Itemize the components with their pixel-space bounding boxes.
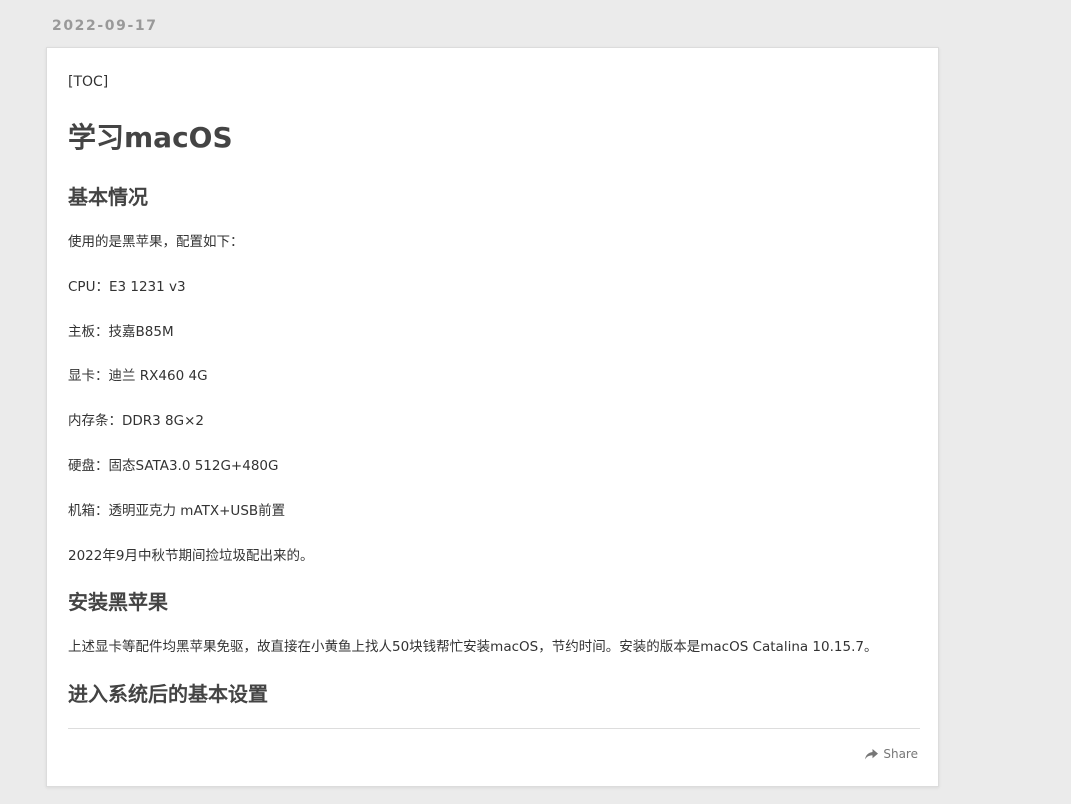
share-label: Share (883, 747, 918, 761)
spec-case: 机箱：透明亚克力 mATX+USB前置 (68, 503, 286, 519)
post-title: 学习macOS (68, 121, 233, 154)
post-card: [TOC] 学习macOS 基本情况 使用的是黑苹果，配置如下： CPU：E3 … (46, 47, 939, 787)
paragraph-note: 2022年9月中秋节期间捡垃圾配出来的。 (68, 548, 314, 564)
toc-marker: [TOC] (68, 74, 109, 90)
heading-install: 安装黑苹果 (68, 590, 168, 614)
spec-ram: 内存条：DDR3 8G×2 (68, 413, 205, 429)
heading-basic-info: 基本情况 (68, 185, 148, 209)
paragraph-intro: 使用的是黑苹果，配置如下： (68, 234, 244, 250)
share-button[interactable]: Share (865, 747, 918, 761)
spec-disk: 硬盘：固态SATA3.0 512G+480G (68, 458, 279, 474)
paragraph-install: 上述显卡等配件均黑苹果免驱，故直接在小黄鱼上找人50块钱帮忙安装macOS，节约… (68, 639, 878, 655)
post-date: 2022-09-17 (52, 18, 158, 34)
heading-settings: 进入系统后的基本设置 (68, 682, 268, 706)
spec-gpu: 显卡：迪兰 RX460 4G (68, 368, 208, 384)
spec-cpu: CPU：E3 1231 v3 (68, 279, 186, 295)
share-arrow-icon (865, 748, 879, 759)
footer-divider (68, 728, 920, 729)
spec-motherboard: 主板：技嘉B85M (68, 324, 174, 340)
